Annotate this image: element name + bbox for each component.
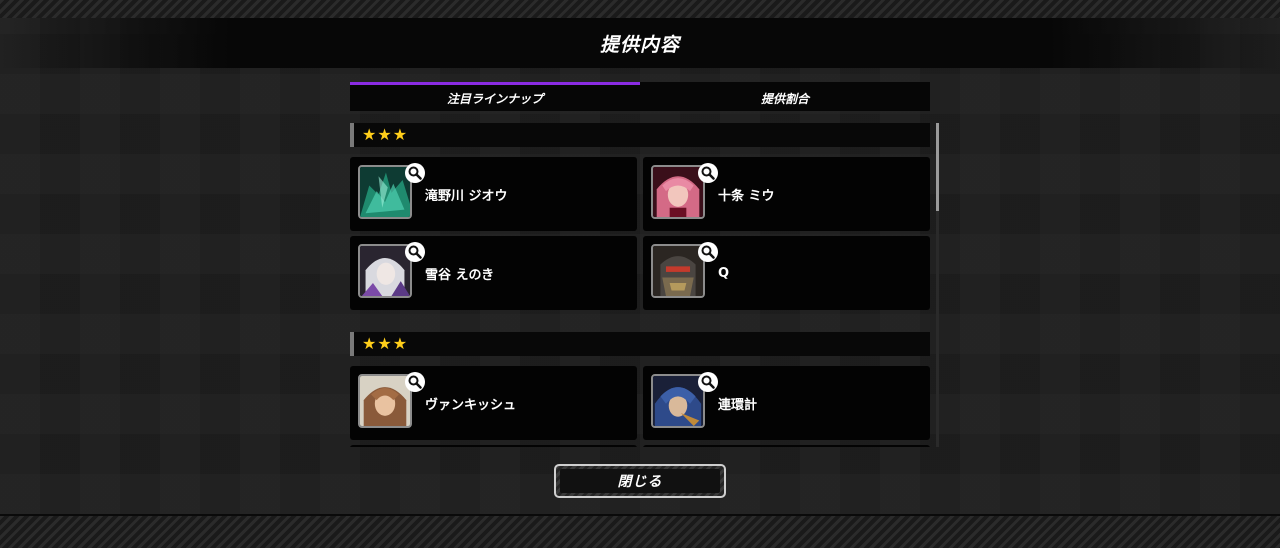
magnify-icon[interactable] bbox=[698, 242, 718, 262]
scrollbar-thumb[interactable] bbox=[936, 123, 939, 211]
offer-content-dialog: 提供内容 注目ラインナップ 提供割合 ★★★ 滝野川 ジオウ 十条 ミウ 雪谷 … bbox=[0, 18, 1280, 514]
character-card[interactable]: Q bbox=[643, 236, 930, 310]
character-card[interactable]: 連環計 bbox=[643, 366, 930, 440]
character-card[interactable]: 滝野川 ジオウ bbox=[350, 157, 637, 231]
close-button[interactable]: 閉じる bbox=[554, 464, 726, 498]
character-portrait bbox=[651, 244, 705, 298]
dialog-title-bar: 提供内容 bbox=[0, 18, 1280, 68]
character-portrait bbox=[358, 374, 412, 428]
close-button-label: 閉じる bbox=[617, 474, 663, 490]
character-card[interactable] bbox=[350, 445, 637, 447]
tab-featured-lineup[interactable]: 注目ラインナップ bbox=[350, 82, 640, 111]
character-name: 十条 ミウ bbox=[718, 188, 775, 204]
top-background-stripe bbox=[0, 0, 1280, 18]
scrollbar[interactable] bbox=[936, 123, 939, 447]
magnify-icon[interactable] bbox=[698, 372, 718, 392]
character-card[interactable]: 雪谷 えのき bbox=[350, 236, 637, 310]
magnify-icon[interactable] bbox=[405, 242, 425, 262]
tab-label: 提供割合 bbox=[760, 91, 809, 106]
tab-label: 注目ラインナップ bbox=[446, 91, 543, 106]
magnify-icon[interactable] bbox=[405, 163, 425, 183]
character-card[interactable]: 十条 ミウ bbox=[643, 157, 930, 231]
magnify-icon[interactable] bbox=[405, 372, 425, 392]
section-header-rarity: ★★★ bbox=[350, 332, 930, 356]
character-name: ヴァンキッシュ bbox=[425, 397, 517, 413]
lineup-list[interactable]: ★★★ 滝野川 ジオウ 十条 ミウ 雪谷 えのき Q ★★★ ヴァンキッシュ 連… bbox=[350, 123, 930, 447]
rarity-stars: ★★★ bbox=[362, 125, 409, 144]
character-name: 滝野川 ジオウ bbox=[425, 188, 508, 204]
character-portrait bbox=[651, 165, 705, 219]
tab-bar: 注目ラインナップ 提供割合 bbox=[350, 82, 930, 111]
rarity-stars: ★★★ bbox=[362, 334, 409, 353]
character-card[interactable]: ヴァンキッシュ bbox=[350, 366, 637, 440]
tab-offer-rates[interactable]: 提供割合 bbox=[640, 82, 930, 111]
character-name: Q bbox=[718, 265, 730, 281]
magnify-icon[interactable] bbox=[698, 163, 718, 183]
character-name: 連環計 bbox=[718, 397, 758, 413]
character-portrait bbox=[651, 374, 705, 428]
character-portrait bbox=[358, 244, 412, 298]
character-card[interactable] bbox=[643, 445, 930, 447]
dialog-title: 提供内容 bbox=[599, 33, 680, 56]
character-name: 雪谷 えのき bbox=[425, 267, 495, 283]
character-portrait bbox=[358, 165, 412, 219]
bottom-background-stripe bbox=[0, 514, 1280, 548]
section-header-rarity: ★★★ bbox=[350, 123, 930, 147]
